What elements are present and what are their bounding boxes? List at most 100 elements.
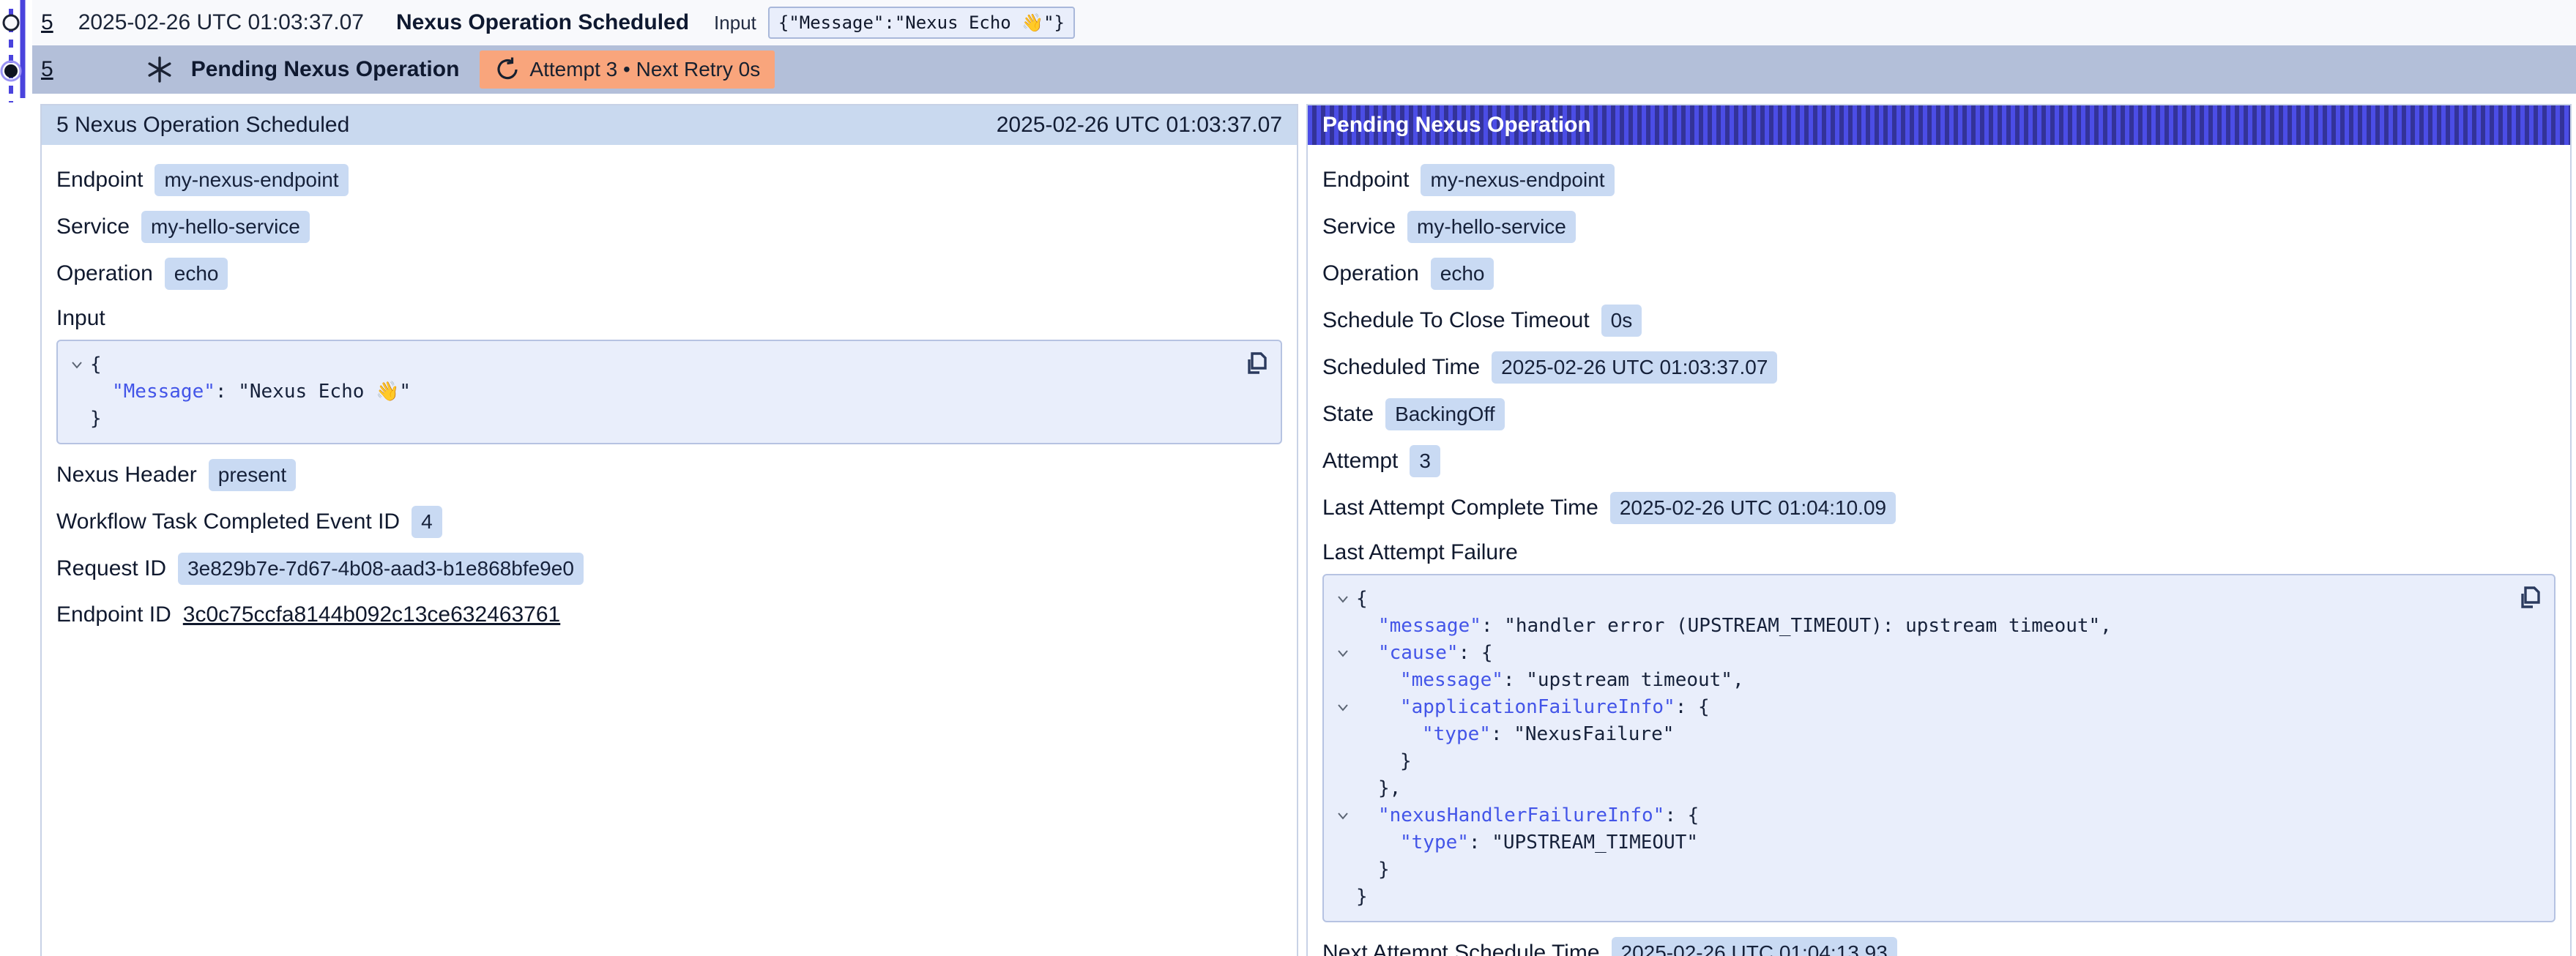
failure-json-content: {"message": "handler error (UPSTREAM_TIM… bbox=[1330, 586, 2503, 911]
pending-operation-panel: Pending Nexus Operation Endpoint my-nexus… bbox=[1306, 104, 2572, 956]
field-label: Endpoint bbox=[56, 168, 143, 193]
collapse-chevron-icon[interactable] bbox=[64, 361, 90, 369]
json-line: "message": "handler error (UPSTREAM_TIME… bbox=[1330, 613, 2503, 640]
field-row-request-id: Request ID 3e829b7e-7d67-4b08-aad3-b1e868… bbox=[56, 553, 1282, 585]
copy-input-button[interactable] bbox=[1243, 350, 1269, 379]
json-line: "type": "NexusFailure" bbox=[1330, 721, 2503, 748]
field-label: Last Attempt Complete Time bbox=[1322, 496, 1598, 520]
event-details-header-title: 5 Nexus Operation Scheduled bbox=[56, 113, 349, 138]
copy-failure-button[interactable] bbox=[2516, 584, 2542, 613]
event-details-fields: Endpoint my-nexus-endpoint Service my-hello… bbox=[56, 164, 1282, 290]
workflow-history-screen: 5 2025-02-26 UTC 01:03:37.07 Nexus Opera… bbox=[0, 0, 2576, 956]
field-row-endpoint: Endpoint my-nexus-endpoint bbox=[1322, 164, 2555, 196]
field-label: Scheduled Time bbox=[1322, 355, 1480, 380]
field-value-badge: echo bbox=[165, 258, 228, 290]
pending-operation-header: Pending Nexus Operation bbox=[1308, 105, 2570, 145]
pending-operation-header-title: Pending Nexus Operation bbox=[1322, 113, 1591, 138]
attempt-retry-text: Attempt 3 • Next Retry 0s bbox=[529, 58, 760, 81]
field-label: State bbox=[1322, 402, 1374, 427]
field-row-service: Service my-hello-service bbox=[1322, 211, 2555, 243]
pending-row-title: Pending Nexus Operation bbox=[191, 57, 460, 82]
json-line: { bbox=[1330, 586, 2503, 613]
event-details-fields-after: Nexus Headerpresent Workflow Task Complet… bbox=[56, 459, 1282, 630]
event-timestamp: 2025-02-26 UTC 01:03:37.07 bbox=[78, 10, 364, 35]
event-input-label: Input bbox=[714, 12, 756, 34]
attempt-retry-badge: Attempt 3 • Next Retry 0s bbox=[480, 51, 775, 89]
event-details-header-timestamp: 2025-02-26 UTC 01:03:37.07 bbox=[997, 113, 1282, 138]
pending-operation-body: Endpoint my-nexus-endpoint Service my-hello… bbox=[1308, 145, 2570, 956]
field-row-workflow-task-completed-event-id: Workflow Task Completed Event ID 4 bbox=[56, 506, 1282, 538]
field-label: Next Attempt Schedule Time bbox=[1322, 941, 1600, 956]
json-line: } bbox=[1330, 884, 2503, 911]
field-label: Attempt bbox=[1322, 449, 1398, 474]
field-row-state: State BackingOff bbox=[1322, 398, 2555, 430]
field-label: Service bbox=[56, 214, 130, 239]
field-label: Service bbox=[1322, 214, 1396, 239]
field-value-badge: my-hello-service bbox=[1407, 211, 1576, 243]
field-row-schedule-to-close-timeout: Schedule To Close Timeout 0s bbox=[1322, 305, 2555, 337]
history-event-row[interactable]: 5 2025-02-26 UTC 01:03:37.07 Nexus Opera… bbox=[32, 0, 2576, 45]
json-line: { bbox=[64, 351, 1229, 378]
collapse-chevron-icon[interactable] bbox=[1330, 595, 1356, 603]
field-label: Request ID bbox=[56, 556, 166, 581]
field-label: Endpoint bbox=[1322, 168, 1409, 193]
field-value-badge: my-hello-service bbox=[141, 211, 310, 243]
field-row-operation: Operation echo bbox=[1322, 258, 2555, 290]
collapse-chevron-icon[interactable] bbox=[1330, 812, 1356, 820]
field-label: Schedule To Close Timeout bbox=[1322, 308, 1590, 333]
json-line: "applicationFailureInfo": { bbox=[1330, 694, 2503, 721]
field-row-scheduled-time: Scheduled Time 2025-02-26 UTC 01:03:37.07 bbox=[1322, 351, 2555, 384]
field-row-endpoint: Endpoint my-nexus-endpoint bbox=[56, 164, 1282, 196]
json-line: "cause": { bbox=[1330, 640, 2503, 667]
event-details-header: 5 Nexus Operation Scheduled 2025-02-26 U… bbox=[42, 105, 1297, 145]
json-line: "nexusHandlerFailureInfo": { bbox=[1330, 802, 2503, 829]
field-label: Endpoint ID bbox=[56, 602, 171, 627]
field-value-badge: BackingOff bbox=[1385, 398, 1504, 430]
json-line: } bbox=[1330, 748, 2503, 775]
input-json-content: {"Message": "Nexus Echo 👋"} bbox=[64, 351, 1229, 433]
json-line: } bbox=[64, 406, 1229, 433]
event-timeline-gutter bbox=[0, 0, 32, 102]
field-value-badge: 3 bbox=[1410, 445, 1440, 477]
json-line: "message": "upstream timeout", bbox=[1330, 667, 2503, 694]
failure-block-label: Last Attempt Failure bbox=[1322, 540, 2555, 565]
field-value-badge: present bbox=[209, 459, 296, 491]
field-row-next-attempt-schedule-time: Next Attempt Schedule Time2025-02-26 UTC… bbox=[1322, 937, 2555, 956]
field-value-badge: 3e829b7e-7d67-4b08-aad3-b1e868bfe9e0 bbox=[178, 553, 584, 585]
field-row-service: Service my-hello-service bbox=[56, 211, 1282, 243]
field-row-operation: Operation echo bbox=[56, 258, 1282, 290]
collapse-chevron-icon[interactable] bbox=[1330, 649, 1356, 657]
field-value-badge: 2025-02-26 UTC 01:03:37.07 bbox=[1492, 351, 1777, 384]
field-value-badge: 4 bbox=[412, 506, 442, 538]
input-block-label: Input bbox=[56, 306, 1282, 331]
pending-operation-fields: Endpoint my-nexus-endpoint Service my-hello… bbox=[1322, 164, 2555, 524]
pending-row-id-link[interactable]: 5 bbox=[41, 57, 53, 82]
json-line: } bbox=[1330, 856, 2503, 884]
event-details-panel: 5 Nexus Operation Scheduled 2025-02-26 U… bbox=[40, 104, 1298, 956]
field-label: Operation bbox=[1322, 261, 1419, 286]
failure-json-block: {"message": "handler error (UPSTREAM_TIM… bbox=[1322, 574, 2555, 922]
retry-icon bbox=[494, 57, 519, 82]
field-row-attempt: Attempt 3 bbox=[1322, 445, 2555, 477]
event-input-chip: {"Message":"Nexus Echo 👋"} bbox=[768, 7, 1075, 39]
field-value-badge: 0s bbox=[1601, 305, 1642, 337]
field-label: Operation bbox=[56, 261, 153, 286]
field-row-endpoint-id: Endpoint ID 3c0c75ccfa8144b092c13ce632463… bbox=[56, 600, 1282, 630]
field-value-badge: my-nexus-endpoint bbox=[155, 164, 348, 196]
pending-operation-row[interactable]: 5 Pending Nexus Operation Attempt 3 • Ne… bbox=[32, 45, 2576, 94]
pending-asterisk-icon bbox=[146, 56, 174, 83]
collapse-chevron-icon[interactable] bbox=[1330, 703, 1356, 712]
json-line: "Message": "Nexus Echo 👋" bbox=[64, 378, 1229, 406]
pending-operation-footer-fields: Next Attempt Schedule Time2025-02-26 UTC… bbox=[1322, 937, 2555, 956]
field-value-link[interactable]: 3c0c75ccfa8144b092c13ce632463761 bbox=[183, 602, 560, 627]
field-label: Workflow Task Completed Event ID bbox=[56, 509, 400, 534]
json-line: }, bbox=[1330, 775, 2503, 802]
timeline-event-dot-open bbox=[4, 15, 18, 30]
timeline-event-dot-filled bbox=[4, 64, 18, 78]
field-row-nexus-header: Nexus Headerpresent bbox=[56, 459, 1282, 491]
field-value-badge: echo bbox=[1431, 258, 1494, 290]
event-id-link[interactable]: 5 bbox=[41, 10, 53, 35]
field-value-badge: my-nexus-endpoint bbox=[1421, 164, 1614, 196]
input-json-block: {"Message": "Nexus Echo 👋"} bbox=[56, 340, 1282, 444]
event-details-body: Endpoint my-nexus-endpoint Service my-hello… bbox=[42, 145, 1297, 660]
